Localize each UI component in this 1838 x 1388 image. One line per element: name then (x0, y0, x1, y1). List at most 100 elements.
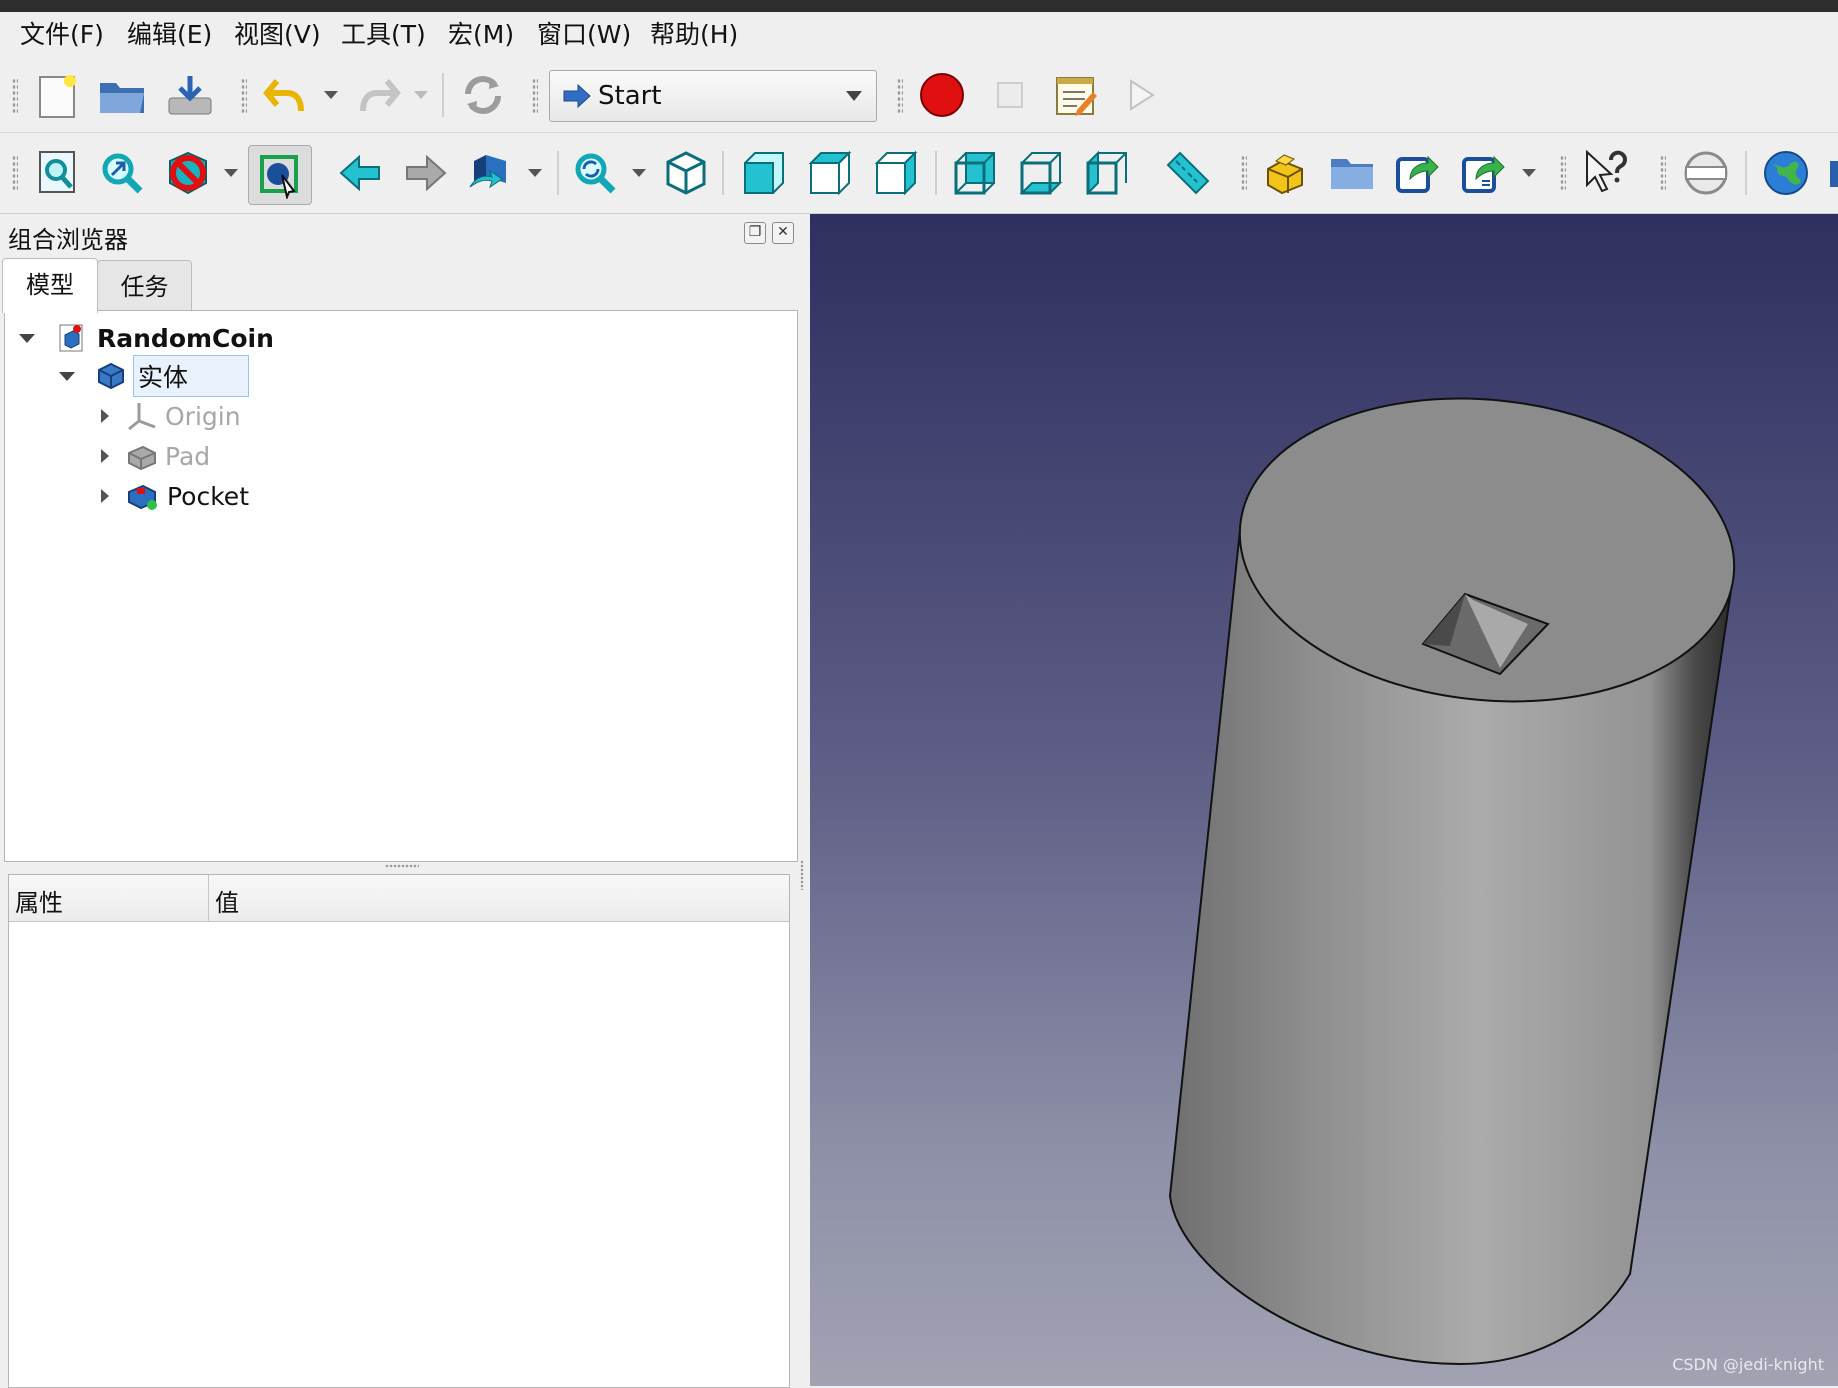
tree-label-root: RandomCoin (97, 323, 274, 353)
zoom-dropdown[interactable] (630, 145, 648, 201)
tree-item-body[interactable]: 实体 (59, 355, 250, 397)
chevron-down-icon (846, 91, 862, 101)
vertical-splitter-handle[interactable] (800, 860, 804, 890)
menu-macro[interactable]: 宏(M) (448, 18, 514, 52)
macro-record-button[interactable] (914, 67, 970, 123)
view-right-icon (874, 150, 918, 196)
toolbar-grip[interactable] (897, 78, 903, 114)
view-isometric-icon (666, 151, 706, 195)
view-top-button[interactable] (803, 145, 859, 201)
property-header: 属性 值 (9, 875, 789, 922)
std-views-button[interactable] (462, 145, 518, 201)
menu-file[interactable]: 文件(F) (20, 18, 104, 52)
redo-dropdown[interactable] (412, 67, 430, 123)
std-views-dropdown[interactable] (526, 145, 544, 201)
tab-model[interactable]: 模型 (2, 258, 98, 313)
new-document-button[interactable] (30, 67, 86, 123)
panel-float-button[interactable]: ❐ (744, 222, 766, 244)
toolbar-grip[interactable] (241, 78, 247, 114)
column-header-value[interactable]: 值 (215, 883, 239, 918)
toolbar-grip[interactable] (12, 155, 18, 191)
fit-all-button[interactable] (30, 145, 86, 201)
arrow-right-icon (563, 83, 591, 109)
view-right-button[interactable] (869, 145, 925, 201)
view-rear-button[interactable] (948, 145, 1004, 201)
clipping-plane-button[interactable] (1678, 145, 1734, 201)
chevron-right-icon[interactable] (101, 409, 109, 423)
tree-label-body: 实体 (133, 355, 250, 397)
open-document-button[interactable] (94, 67, 150, 123)
view-back-button[interactable] (332, 145, 388, 201)
float-icon: ❐ (748, 224, 762, 240)
toolbar-separator (935, 151, 937, 195)
chevron-down-icon (1522, 169, 1536, 177)
view-isometric-button[interactable] (658, 145, 714, 201)
create-part-button[interactable] (1258, 145, 1314, 201)
view-front-button[interactable] (737, 145, 793, 201)
refresh-button[interactable] (455, 67, 511, 123)
view-rear-icon (954, 152, 995, 195)
chevron-down-icon[interactable] (59, 371, 75, 381)
chevron-right-icon[interactable] (101, 489, 109, 503)
undo-button[interactable] (258, 67, 314, 123)
toolbar-view (0, 133, 1838, 214)
menu-bar: 文件(F) 编辑(E) 视图(V) 工具(T) 宏(M) 窗口(W) 帮助(H) (0, 12, 1838, 59)
menu-window[interactable]: 窗口(W) (537, 18, 631, 52)
toolbar-grip[interactable] (532, 78, 538, 114)
pocket-icon (128, 484, 157, 510)
tree-label-pad: Pad (165, 441, 211, 471)
clip-plane-icon (1684, 151, 1728, 195)
toolbar-grip[interactable] (1660, 155, 1666, 191)
menu-help[interactable]: 帮助(H) (650, 18, 738, 52)
save-document-button[interactable] (162, 67, 218, 123)
workbench-selector[interactable]: Start (549, 70, 877, 122)
zoom-button[interactable] (567, 145, 623, 201)
refresh-icon (465, 76, 501, 114)
menu-view[interactable]: 视图(V) (234, 18, 321, 52)
tree-item-randomcoin[interactable]: RandomCoin (19, 319, 274, 357)
toolbar-separator (1745, 151, 1747, 195)
tab-tasks[interactable]: 任务 (97, 260, 192, 311)
redo-button[interactable] (350, 67, 406, 123)
menu-edit[interactable]: 编辑(E) (127, 18, 212, 52)
chevron-down-icon (224, 169, 238, 177)
toolbar-grip[interactable] (1560, 155, 1566, 191)
toolbar-grip[interactable] (1241, 155, 1247, 191)
menu-tools[interactable]: 工具(T) (341, 18, 426, 52)
web-browser-button[interactable] (1758, 145, 1814, 201)
bounding-box-toggle[interactable] (248, 145, 312, 205)
fit-all-icon (39, 151, 75, 193)
view-bottom-button[interactable] (1014, 145, 1070, 201)
arrow-left-icon (339, 154, 380, 192)
view-forward-button[interactable] (398, 145, 454, 201)
chevron-down-icon (528, 169, 542, 177)
toolbar-grip[interactable] (12, 78, 18, 114)
view-left-icon (1086, 150, 1127, 196)
tree-item-pad[interactable]: Pad (101, 437, 210, 475)
panel-close-button[interactable]: ✕ (772, 222, 794, 244)
chevron-right-icon[interactable] (101, 449, 109, 463)
view-top-icon (808, 150, 852, 196)
3d-viewport[interactable]: CSDN @jedi-knight (810, 214, 1838, 1386)
cylinder-model[interactable] (810, 214, 1838, 1386)
chevron-down-icon[interactable] (19, 333, 35, 343)
macro-edit-button[interactable] (1048, 67, 1104, 123)
macro-run-button[interactable] (1114, 67, 1170, 123)
undo-dropdown[interactable] (322, 67, 340, 123)
create-group-button[interactable] (1324, 145, 1380, 201)
column-divider[interactable] (208, 875, 209, 921)
measure-distance-button[interactable] (1160, 145, 1216, 201)
macro-stop-button[interactable] (982, 67, 1038, 123)
panel-splitter-handle[interactable] (385, 864, 419, 868)
fit-selection-button[interactable] (94, 145, 150, 201)
draw-style-dropdown[interactable] (222, 145, 240, 201)
whats-this-button[interactable] (1578, 145, 1634, 201)
link-actions-button[interactable] (1456, 145, 1512, 201)
tree-item-pocket[interactable]: Pocket (101, 477, 249, 515)
view-left-button[interactable] (1080, 145, 1136, 201)
tree-item-origin[interactable]: Origin (101, 397, 241, 435)
column-header-property[interactable]: 属性 (15, 883, 63, 918)
draw-style-button[interactable] (160, 145, 216, 201)
create-link-button[interactable] (1390, 145, 1446, 201)
link-actions-dropdown[interactable] (1520, 145, 1538, 201)
